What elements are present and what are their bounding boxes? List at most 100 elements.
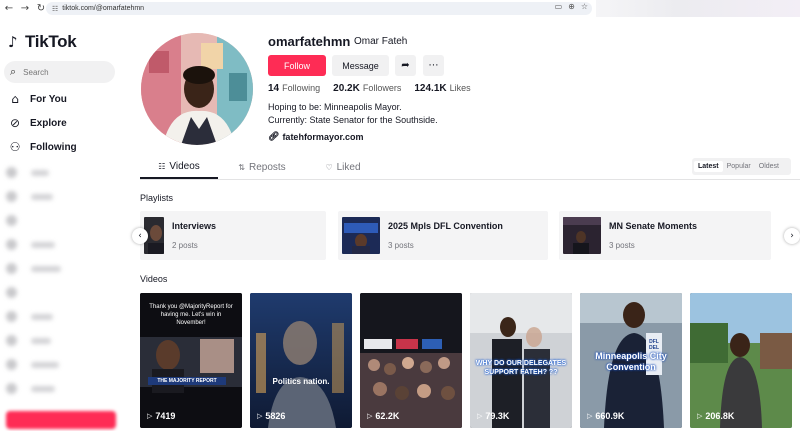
tiktok-logo[interactable]: ♪ TikTok [8,32,77,52]
video-caption: Politics nation. [272,377,330,386]
video-card[interactable]: ▷ 206.8K [690,293,792,428]
video-views: ▷ 660.9K [587,411,624,421]
search-icon: ⌕ [10,65,17,78]
sort-popular[interactable]: Popular [723,161,755,172]
cast-icon[interactable]: ▭ [555,2,563,11]
view-count: 660.9K [595,411,625,421]
play-icon: ▷ [697,412,703,420]
grid-icon: ☷ [158,162,166,171]
playlist-text: 2025 Mpls DFL Convention 3 posts [388,221,503,250]
following-label[interactable]: Following [282,83,320,93]
login-button[interactable] [6,411,116,429]
bio-link[interactable]: 🔗︎ fatehformayor.com [268,132,363,142]
browser-extensions-area [596,0,800,17]
video-card[interactable]: Thank you @MajorityReport for having me.… [140,293,242,428]
blurred-row[interactable] [6,311,116,322]
followers-count[interactable]: 20.2K [333,83,360,94]
tab-liked[interactable]: ♡ Liked [308,156,378,179]
playlist-next-button[interactable]: › [784,228,800,244]
sort-oldest[interactable]: Oldest [755,161,783,172]
browser-bar: ← → ↻ ☷ tiktok.com/@omarfatehmn ▭ ⊕ ☆ [0,0,800,17]
bio-link-text[interactable]: fatehformayor.com [282,132,363,142]
view-count: 206.8K [705,411,735,421]
tab-label: Videos [169,161,200,172]
video-thumbnail [690,293,792,428]
profile-display-name: Omar Fateh [354,36,408,47]
back-icon[interactable]: ← [2,2,16,16]
blurred-row[interactable] [6,287,116,298]
blurred-row[interactable] [6,383,116,394]
avatar-image [141,33,253,145]
blurred-row[interactable] [6,167,116,178]
playlist-title: 2025 Mpls DFL Convention [388,221,503,231]
message-button[interactable]: Message [332,55,389,76]
video-tag: THE MAJORITY REPORT [157,378,217,384]
home-icon: ⌂ [11,92,19,106]
playlist-title: MN Senate Moments [609,221,698,231]
link-icon: 🔗︎ [268,132,280,142]
video-card[interactable]: ▷ 62.2K [360,293,462,428]
profile-bio: Hoping to be: Minneapolis Mayor. Current… [268,101,438,127]
view-count: 62.2K [375,411,400,421]
playlist-card[interactable]: 2025 Mpls DFL Convention 3 posts [338,211,548,260]
avatar[interactable] [141,33,253,145]
sort-toggle: Latest Popular Oldest [692,158,791,175]
video-views: ▷ 5826 [257,411,285,421]
video-caption: WHY DO OUR DELEGATES SUPPORT FATEH? ?? [475,360,567,376]
blurred-row[interactable] [6,239,116,250]
nav-following[interactable]: ⚇ Following [8,139,77,155]
blurred-row[interactable] [6,359,116,370]
blurred-row[interactable] [6,263,116,274]
address-bar[interactable]: ☷ tiktok.com/@omarfatehmn ▭ ⊕ ☆ [46,2,592,15]
playlist-text: MN Senate Moments 3 posts [609,221,697,250]
following-count[interactable]: 14 [268,83,279,94]
site-info-icon[interactable]: ☷ [52,5,58,13]
tab-reposts[interactable]: ⇅ Reposts [222,156,302,179]
zoom-icon[interactable]: ⊕ [568,2,575,11]
playlist-thumbnail [342,217,380,254]
video-card[interactable]: Minneapolis City Convention DFL DEL ▷ 66… [580,293,682,428]
nav-for-you[interactable]: ⌂ For You [8,91,67,107]
bookmark-star-icon[interactable]: ☆ [581,2,588,11]
tab-label: Liked [336,162,361,173]
blurred-row[interactable] [6,215,116,226]
playlist-thumbnail [563,217,601,254]
playlist-count: 3 posts [609,241,635,250]
playlist-prev-button[interactable]: ‹ [132,228,148,244]
nav-label: Following [30,141,77,153]
follow-button[interactable]: Follow [268,55,326,76]
tab-label: Reposts [249,162,286,173]
bio-line: Hoping to be: Minneapolis Mayor. [268,102,402,112]
playlists-title: Playlists [140,193,174,203]
video-views: ▷ 206.8K [697,411,734,421]
bio-line: Currently: State Senator for the Southsi… [268,115,438,125]
sidebar: ♪ TikTok ⌕ ⌂ For You ⊘ Explore ⚇ Followi… [0,17,128,431]
tab-videos[interactable]: ☷ Videos [140,156,218,179]
forward-icon[interactable]: → [18,2,32,16]
search-input[interactable] [23,67,104,77]
blurred-row[interactable] [6,335,116,346]
playlist-card[interactable]: MN Senate Moments 3 posts [559,211,771,260]
video-views: ▷ 79.3K [477,411,509,421]
sort-latest[interactable]: Latest [694,161,723,172]
share-icon[interactable]: ➦ [395,55,416,76]
blurred-nav-list [6,167,116,407]
repost-icon: ⇅ [238,163,245,172]
playlist-card[interactable]: Interviews 2 posts [140,211,326,260]
more-options-icon[interactable]: ⋯ [423,55,444,76]
video-card[interactable]: Politics nation. ▷ 5826 [250,293,352,428]
view-count: 7419 [155,411,176,421]
search-box[interactable]: ⌕ [4,61,115,83]
video-caption: Minneapolis City Convention [595,351,667,372]
play-icon: ▷ [587,412,593,420]
nav-label: For You [30,93,67,105]
followers-label[interactable]: Followers [363,83,402,93]
nav-explore[interactable]: ⊘ Explore [8,115,67,131]
video-badge: DFL DEL [649,339,659,351]
play-icon: ▷ [367,412,373,420]
video-caption: Thank you @MajorityReport for having me.… [149,304,233,326]
logo-text: TikTok [25,32,77,51]
blurred-row[interactable] [6,191,116,202]
heart-outline-icon: ♡ [325,163,333,172]
video-card[interactable]: WHY DO OUR DELEGATES SUPPORT FATEH? ?? ▷… [470,293,572,428]
